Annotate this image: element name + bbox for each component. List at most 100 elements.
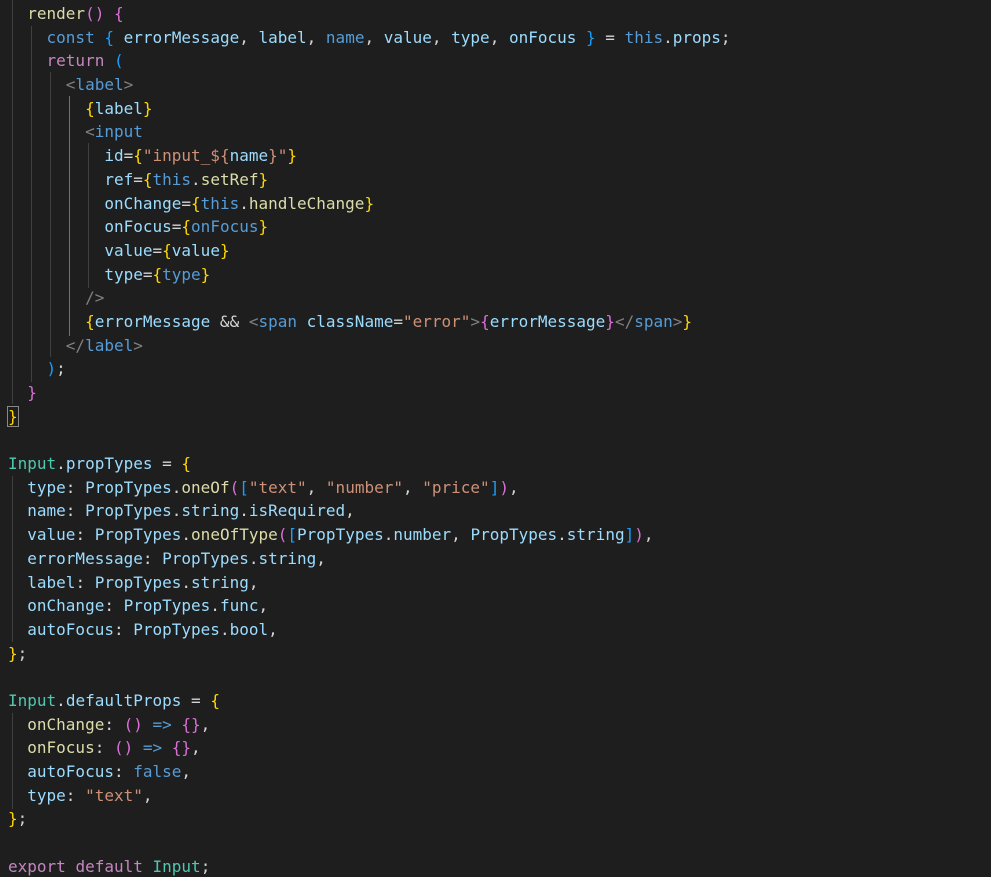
code-token: , [306,477,326,497]
code-token: { [162,240,172,260]
code-editor[interactable]: render() { const { errorMessage, label, … [0,0,991,877]
code-token: } [605,311,615,331]
code-token: { [191,193,201,213]
code-token: label [94,98,143,118]
code-token: , [316,548,326,568]
code-line[interactable]: Input.propTypes = { [8,452,731,476]
code-token: { [133,146,143,166]
code-lines[interactable]: render() { const { errorMessage, label, … [7,2,731,877]
code-token: type [162,264,201,284]
code-token: . [557,525,567,545]
code-token: onChange [27,596,105,616]
code-token: , [345,501,355,521]
code-token: string [191,572,249,592]
code-line[interactable]: onChange={this.handleChange} [8,192,731,216]
code-line[interactable]: value={value} [8,239,731,263]
code-token: id [104,146,124,166]
code-token: : [75,572,95,592]
code-line[interactable]: <input [8,120,731,144]
code-token: "text" [248,477,307,497]
code-token: { [85,98,95,118]
code-token: type [104,264,143,284]
code-token: {} [181,714,201,734]
code-token: Input [152,856,201,876]
code-token: const [46,27,95,47]
code-line[interactable]: onChange: () => {}, [8,713,731,737]
code-line[interactable]: const { errorMessage, label, name, value… [8,26,731,50]
code-token: = [595,27,625,47]
code-line[interactable]: autoFocus: PropTypes.bool, [8,618,731,642]
code-token: } [364,193,375,213]
code-token: ; [720,27,731,47]
code-line[interactable]: /> [8,286,731,310]
code-line[interactable]: } [8,381,731,405]
code-token: PropTypes [133,619,220,639]
code-line[interactable]: <label> [8,73,731,97]
code-token: oneOf [181,477,230,497]
code-token: , [451,525,471,545]
code-token: , [643,525,654,545]
code-line[interactable]: }; [8,807,731,831]
code-token: ) [499,477,509,497]
code-token: onFocus [508,27,577,47]
code-line[interactable]: errorMessage: PropTypes.string, [8,547,731,571]
code-token: { [85,311,95,331]
code-line[interactable]: {label} [8,97,731,121]
code-token: , [239,27,259,47]
code-line[interactable]: autoFocus: false, [8,760,731,784]
code-line[interactable]: id={"input_${name}"} [8,144,731,168]
code-token: </ [65,335,86,355]
code-line[interactable]: } [7,405,731,429]
code-token: onChange [104,193,182,213]
code-line[interactable]: type={type} [8,263,731,287]
code-line[interactable]: ref={this.setRef} [8,168,731,192]
code-token: label [258,27,307,47]
code-token: ; [56,359,66,379]
code-token: value [383,27,432,47]
code-line[interactable]: export default Input; [8,855,731,877]
code-line[interactable]: </label> [8,334,731,358]
code-line[interactable] [8,665,731,689]
code-token: errorMessage [94,311,211,331]
code-token: } [8,809,18,829]
code-token: export [8,856,66,876]
code-token: . [181,525,192,545]
code-token: string [566,525,625,545]
code-line[interactable]: }; [8,642,731,666]
code-line[interactable]: onFocus={onFocus} [8,215,731,239]
code-token: errorMessage [489,311,606,331]
code-line[interactable] [8,831,731,855]
code-token: label [85,335,134,355]
code-line[interactable]: label: PropTypes.string, [8,571,731,595]
code-token: } [682,311,693,331]
code-token: . [191,169,201,189]
code-line[interactable]: onFocus: () => {}, [8,736,731,760]
code-line[interactable]: value: PropTypes.oneOfType([PropTypes.nu… [8,523,731,547]
code-token: = [181,193,192,213]
code-line[interactable]: type: PropTypes.oneOf(["text", "number",… [8,476,731,500]
code-line[interactable]: return ( [8,49,731,73]
code-line[interactable]: type: "text", [8,784,731,808]
code-token: ] [624,525,635,545]
code-line[interactable]: name: PropTypes.string.isRequired, [8,499,731,523]
code-line[interactable]: ); [8,357,731,381]
code-token: , [306,27,326,47]
code-token: { [181,217,192,237]
code-token: PropTypes [162,548,249,568]
code-token: /> [85,288,105,308]
code-token: [ [239,477,249,497]
code-line[interactable]: onChange: PropTypes.func, [8,594,731,618]
code-line[interactable]: render() { [8,2,731,26]
code-line[interactable]: Input.defaultProps = { [8,689,731,713]
code-line[interactable] [8,428,731,452]
code-line[interactable]: {errorMessage && <span className="error"… [8,310,731,334]
code-token: Input [8,690,57,710]
